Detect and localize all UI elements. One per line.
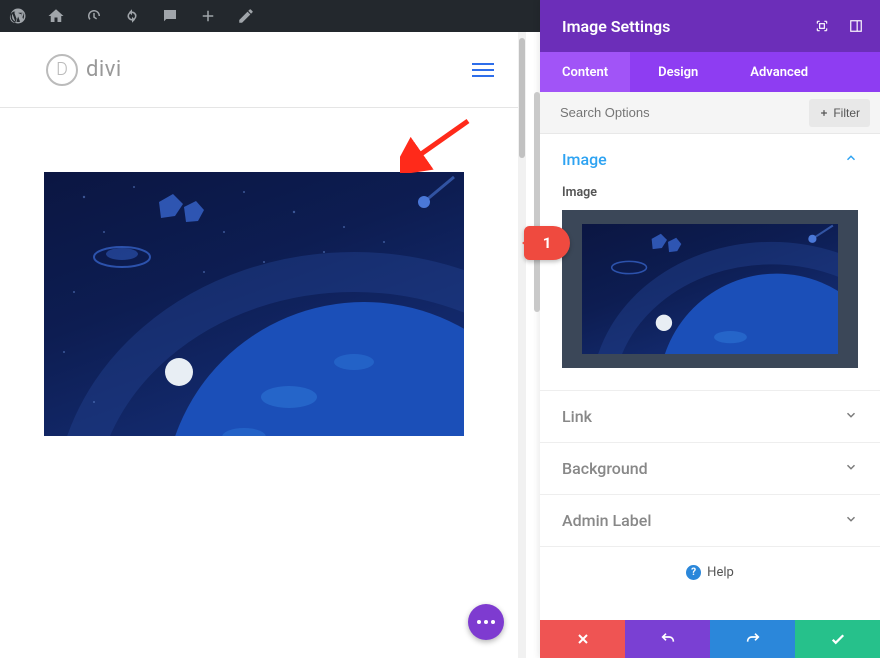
- section-title: Admin Label: [562, 511, 651, 530]
- refresh-icon[interactable]: [122, 6, 142, 26]
- search-input[interactable]: [560, 105, 809, 120]
- builder-fab[interactable]: [468, 604, 504, 640]
- chevron-down-icon: [844, 459, 858, 478]
- panel-scrollbar[interactable]: [534, 52, 540, 620]
- tab-content[interactable]: Content: [540, 52, 630, 92]
- page-preview: D divi: [0, 32, 522, 658]
- annotation-step-badge: 1: [524, 226, 570, 260]
- logo-text: divi: [86, 57, 122, 82]
- filter-button[interactable]: Filter: [809, 99, 870, 127]
- help-label: Help: [707, 565, 734, 580]
- section-title: Image: [562, 150, 607, 169]
- image-thumbnail: [582, 224, 838, 354]
- tab-design[interactable]: Design: [630, 52, 726, 92]
- preview-scrollbar[interactable]: [518, 32, 526, 658]
- panel-header[interactable]: Image Settings: [540, 0, 880, 52]
- page-canvas: [0, 108, 522, 466]
- dock-icon[interactable]: [848, 18, 864, 34]
- search-bar: Filter: [540, 92, 880, 134]
- save-button[interactable]: [795, 620, 880, 658]
- help-link[interactable]: ? Help: [540, 547, 880, 598]
- dashboard-icon[interactable]: [84, 6, 104, 26]
- field-label-image: Image: [540, 185, 880, 210]
- tab-advanced[interactable]: Advanced: [726, 52, 832, 92]
- settings-panel: Image Settings Content Design Advanced F…: [540, 0, 880, 658]
- expand-icon[interactable]: [814, 18, 830, 34]
- section-background: Background: [540, 443, 880, 495]
- wordpress-icon[interactable]: [8, 6, 28, 26]
- section-admin-label: Admin Label: [540, 495, 880, 547]
- chevron-up-icon: [844, 150, 858, 169]
- section-title: Background: [562, 459, 648, 478]
- home-icon[interactable]: [46, 6, 66, 26]
- logo-mark: D: [46, 54, 78, 86]
- section-title: Link: [562, 407, 592, 426]
- image-module[interactable]: [44, 172, 464, 436]
- undo-button[interactable]: [625, 620, 710, 658]
- chevron-down-icon: [844, 511, 858, 530]
- filter-label: Filter: [833, 106, 860, 120]
- section-toggle-background[interactable]: Background: [540, 443, 880, 494]
- section-image: Image Image: [540, 134, 880, 391]
- section-toggle-image[interactable]: Image: [540, 134, 880, 185]
- chevron-down-icon: [844, 407, 858, 426]
- panel-title: Image Settings: [562, 17, 670, 36]
- cancel-button[interactable]: [540, 620, 625, 658]
- comments-icon[interactable]: [160, 6, 180, 26]
- redo-button[interactable]: [710, 620, 795, 658]
- edit-icon[interactable]: [236, 6, 256, 26]
- panel-footer: [540, 620, 880, 658]
- section-toggle-link[interactable]: Link: [540, 391, 880, 442]
- panel-tabs: Content Design Advanced: [540, 52, 880, 92]
- add-icon[interactable]: [198, 6, 218, 26]
- image-picker[interactable]: [562, 210, 858, 368]
- site-logo[interactable]: D divi: [46, 54, 122, 86]
- help-icon: ?: [686, 565, 701, 580]
- panel-body: Image Image: [540, 134, 880, 620]
- section-toggle-admin-label[interactable]: Admin Label: [540, 495, 880, 546]
- section-link: Link: [540, 391, 880, 443]
- site-header: D divi: [0, 32, 522, 108]
- menu-toggle-icon[interactable]: [472, 63, 494, 77]
